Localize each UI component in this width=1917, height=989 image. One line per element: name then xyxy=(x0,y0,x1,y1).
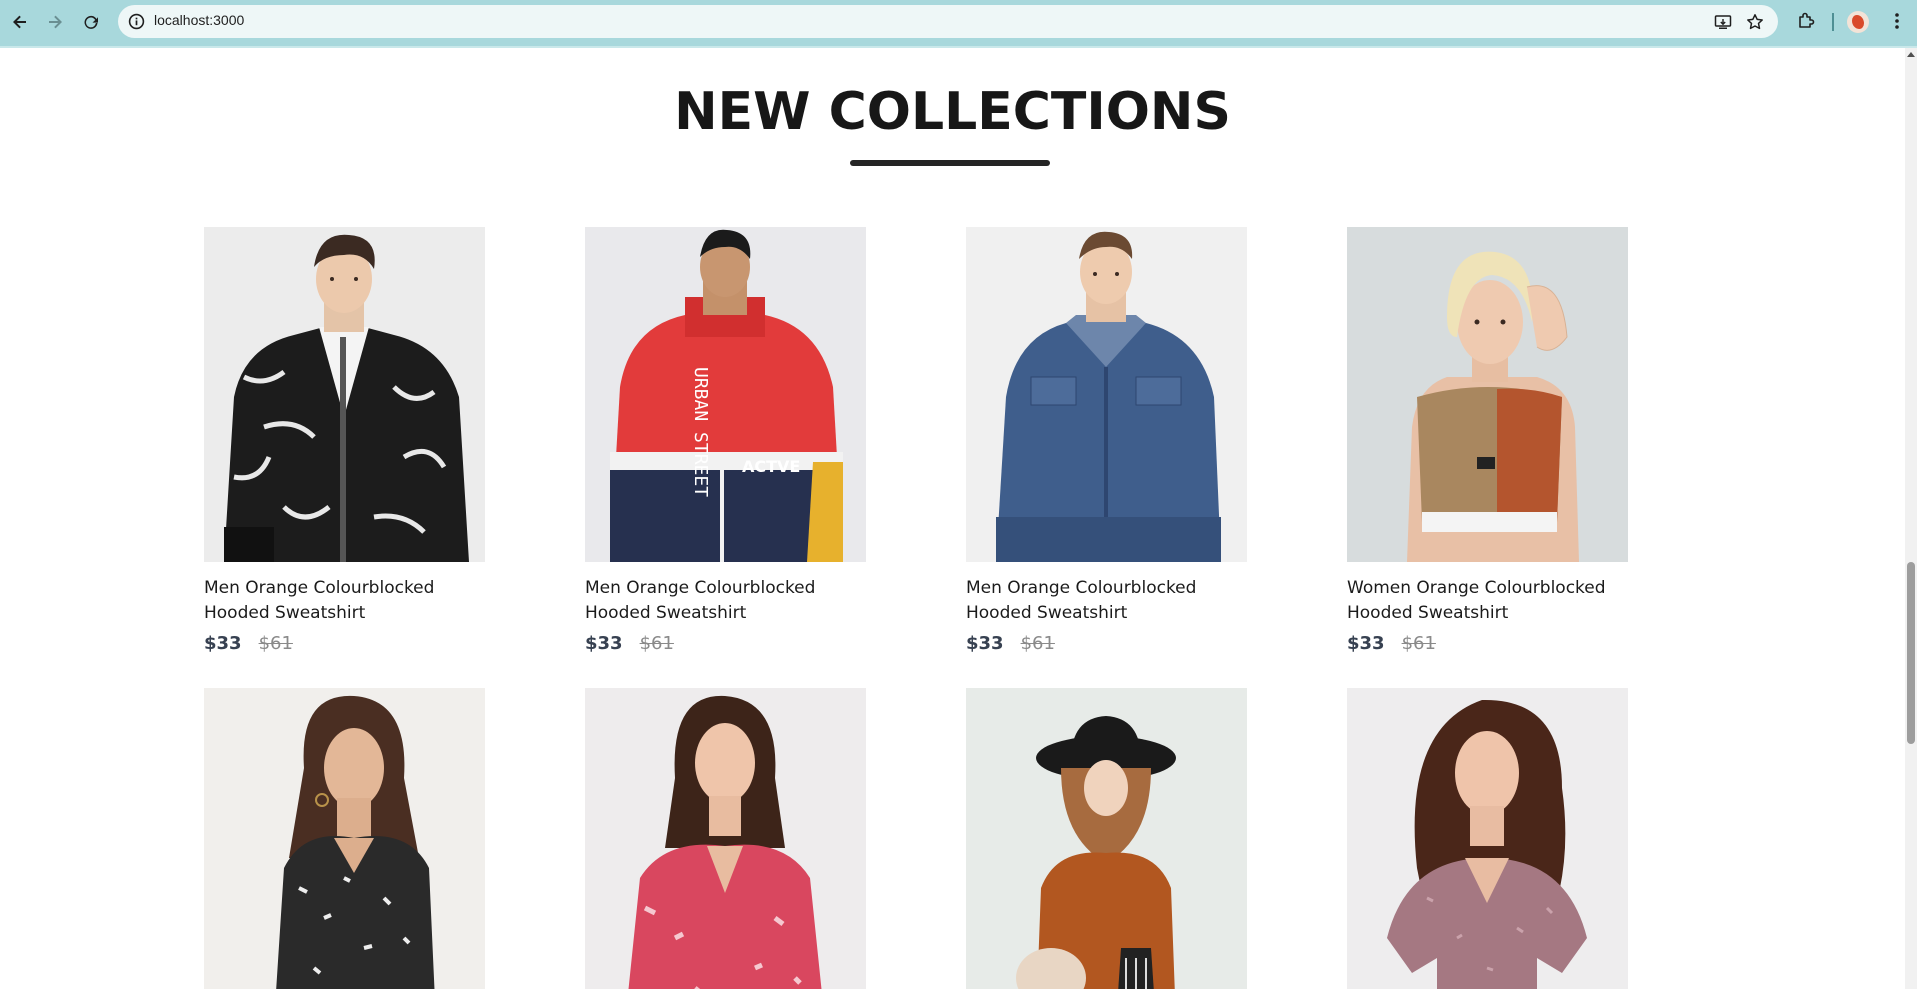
install-app-icon[interactable] xyxy=(1714,13,1732,31)
back-arrow-icon[interactable] xyxy=(8,10,32,34)
product-name[interactable]: Men Orange Colourblocked Hooded Sweatshi… xyxy=(585,576,885,626)
product-name[interactable]: Men Orange Colourblocked Hooded Sweatshi… xyxy=(966,576,1266,626)
browser-toolbar: localhost:3000 xyxy=(0,0,1917,46)
product-prices: $33 $61 xyxy=(585,633,875,654)
product-card[interactable] xyxy=(1347,688,1637,989)
extensions-icon[interactable] xyxy=(1796,11,1816,31)
reload-icon[interactable] xyxy=(79,10,103,34)
product-image[interactable] xyxy=(1347,688,1628,989)
info-icon[interactable] xyxy=(128,13,145,30)
new-price: $33 xyxy=(966,633,1004,654)
new-price: $33 xyxy=(585,633,623,654)
old-price: $61 xyxy=(1401,633,1436,654)
new-price: $33 xyxy=(204,633,242,654)
product-image[interactable] xyxy=(966,688,1247,989)
url-text: localhost:3000 xyxy=(154,12,245,28)
product-image[interactable] xyxy=(1347,227,1628,562)
title-underline xyxy=(850,160,1050,166)
bookmark-star-icon[interactable] xyxy=(1746,13,1764,31)
product-card[interactable]: Men Orange Colourblocked Hooded Sweatshi… xyxy=(966,227,1256,654)
scroll-up-arrow-icon[interactable] xyxy=(1907,52,1915,57)
product-prices: $33 $61 xyxy=(966,633,1256,654)
page-content: NEW COLLECTIONS Men Orange Colourblocked… xyxy=(0,48,1905,989)
section-title: NEW COLLECTIONS xyxy=(674,82,1231,142)
product-image[interactable] xyxy=(966,227,1247,562)
old-price: $61 xyxy=(1020,633,1055,654)
product-prices: $33 $61 xyxy=(204,633,494,654)
address-bar[interactable]: localhost:3000 xyxy=(118,5,1778,38)
product-prices: $33 $61 xyxy=(1347,633,1637,654)
forward-arrow-icon[interactable] xyxy=(43,10,67,34)
product-card[interactable]: URBAN STREET ACTVE Men Orange Colourbloc… xyxy=(585,227,875,654)
product-card[interactable]: Women Orange Colourblocked Hooded Sweats… xyxy=(1347,227,1637,654)
product-name[interactable]: Women Orange Colourblocked Hooded Sweats… xyxy=(1347,576,1647,626)
product-card[interactable] xyxy=(585,688,875,989)
svg-text:URBAN STREET: URBAN STREET xyxy=(690,367,711,497)
svg-text:ACTVE: ACTVE xyxy=(742,457,800,476)
scroll-thumb[interactable] xyxy=(1907,562,1915,744)
product-card[interactable] xyxy=(204,688,494,989)
product-image[interactable] xyxy=(204,227,485,562)
page-scrollbar[interactable] xyxy=(1905,48,1917,989)
product-name[interactable]: Men Orange Colourblocked Hooded Sweatshi… xyxy=(204,576,504,626)
product-image[interactable] xyxy=(204,688,485,989)
more-menu-icon[interactable] xyxy=(1887,11,1907,31)
product-image[interactable] xyxy=(585,688,866,989)
old-price: $61 xyxy=(258,633,293,654)
new-price: $33 xyxy=(1347,633,1385,654)
product-image[interactable]: URBAN STREET ACTVE xyxy=(585,227,866,562)
product-card[interactable]: Men Orange Colourblocked Hooded Sweatshi… xyxy=(204,227,494,654)
profile-avatar[interactable] xyxy=(1847,11,1869,33)
product-card[interactable] xyxy=(966,688,1256,989)
old-price: $61 xyxy=(639,633,674,654)
toolbar-divider xyxy=(1832,13,1834,31)
